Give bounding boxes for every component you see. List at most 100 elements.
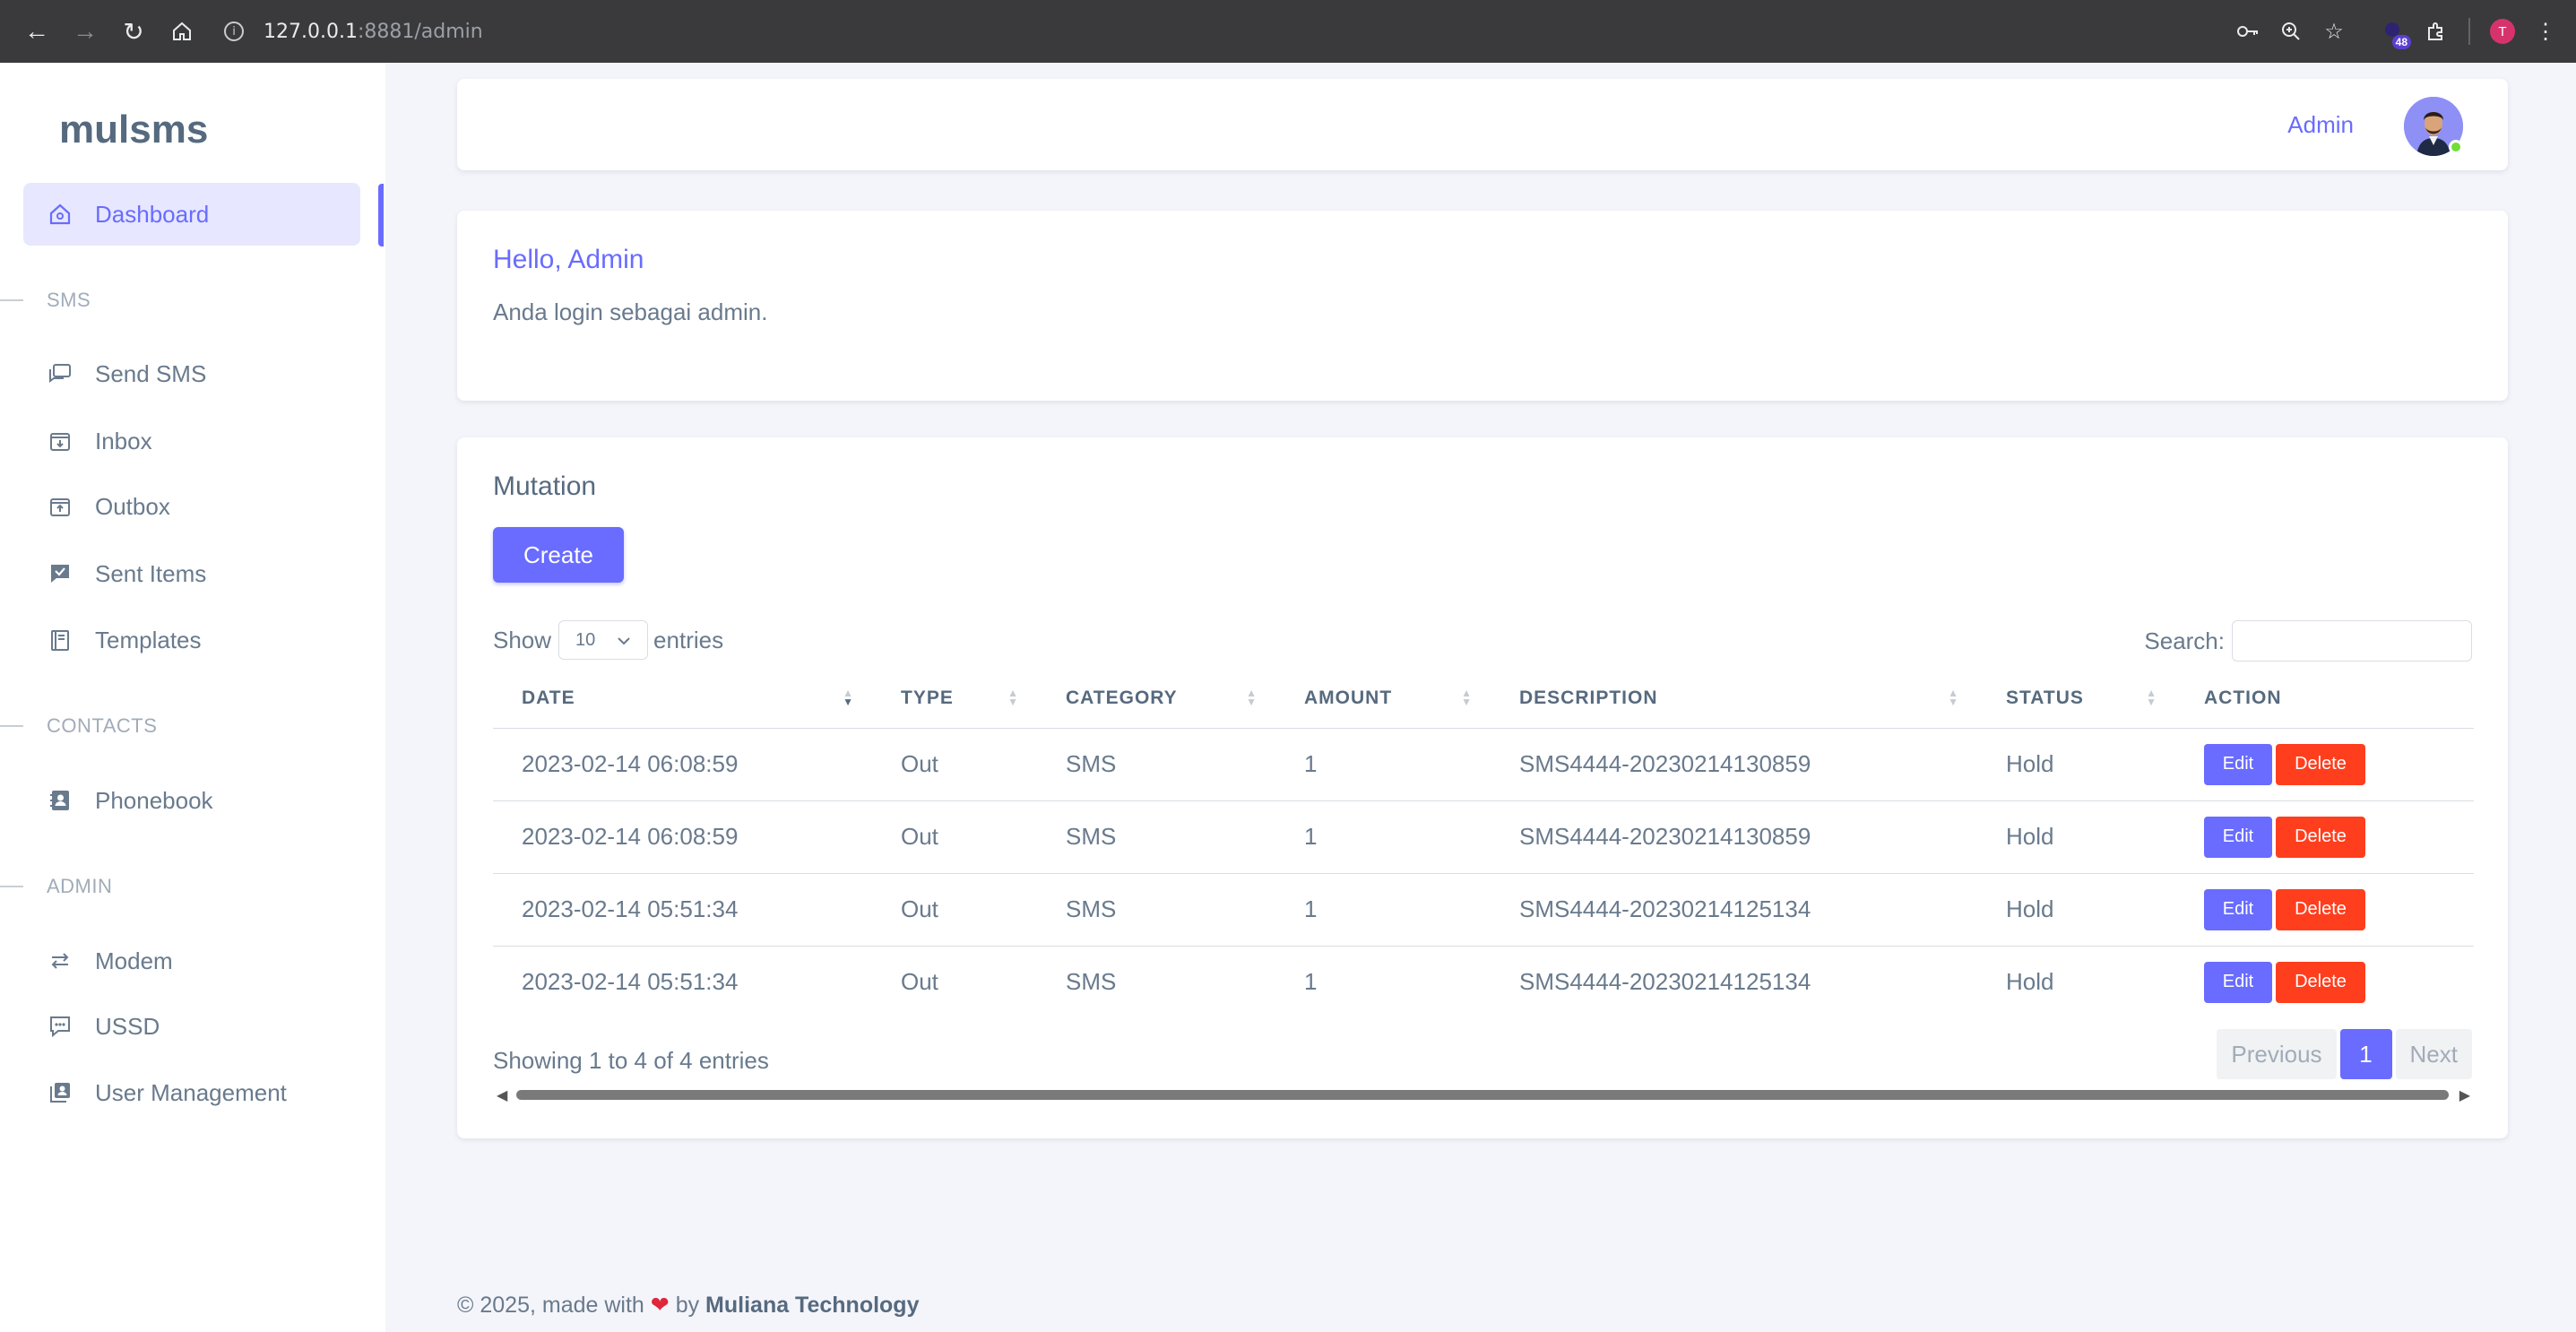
- avatar[interactable]: [2404, 97, 2463, 156]
- welcome-card: Hello, Admin Anda login sebagai admin.: [457, 211, 2508, 401]
- address-bar[interactable]: i 127.0.0.1:8881/admin: [224, 21, 483, 43]
- cell-type: Out: [872, 800, 1037, 874]
- column-header-date[interactable]: DATE ▲ ▼: [493, 669, 872, 729]
- scroll-right-icon[interactable]: ▶: [2459, 1086, 2470, 1104]
- menu-header-label: ADMIN: [47, 875, 113, 897]
- edit-button[interactable]: Edit: [2204, 888, 2272, 930]
- delete-button[interactable]: Delete: [2276, 888, 2365, 930]
- back-icon[interactable]: ←: [13, 7, 61, 56]
- menu-header-label: CONTACTS: [47, 714, 158, 737]
- bookmark-star-icon[interactable]: ☆: [2312, 10, 2356, 53]
- cell-actions: Edit Delete: [2175, 728, 2474, 801]
- footer-by: by: [675, 1293, 700, 1318]
- page-length-value: 10: [575, 629, 596, 650]
- sidebar-item-label: Send SMS: [95, 359, 207, 387]
- sidebar: mulsms Dashboard SMS Send SMS Inbox Outb…: [0, 63, 385, 1332]
- sidebar-item-label: User Management: [95, 1078, 287, 1106]
- transfer-arrows-icon: [47, 947, 73, 974]
- kebab-menu-icon[interactable]: ⋮: [2524, 10, 2567, 53]
- scroll-left-icon[interactable]: ◀: [497, 1086, 507, 1104]
- menu-header-sms: SMS: [0, 289, 91, 312]
- delete-button[interactable]: Delete: [2276, 816, 2365, 858]
- search-label: Search:: [2144, 627, 2225, 654]
- inbox-icon: [47, 428, 73, 454]
- extension-icon[interactable]: 48: [2372, 10, 2415, 53]
- outbox-icon: [47, 493, 73, 520]
- previous-page-button[interactable]: Previous: [2217, 1029, 2337, 1079]
- browser-toolbar: ← → ↻ i 127.0.0.1:8881/admin ☆ 48 T ⋮: [0, 0, 2576, 63]
- footer-company-link[interactable]: Muliana Technology: [705, 1293, 919, 1318]
- sidebar-item-sent-items[interactable]: Sent Items: [23, 542, 360, 605]
- sidebar-item-send-sms[interactable]: Send SMS: [23, 342, 360, 405]
- edit-button[interactable]: Edit: [2204, 743, 2272, 785]
- reload-icon[interactable]: ↻: [109, 7, 158, 56]
- entries-label: entries: [653, 626, 724, 653]
- sidebar-item-label: Dashboard: [95, 200, 210, 228]
- horizontal-scrollbar[interactable]: ◀ ▶: [493, 1085, 2474, 1103]
- cell-status: Hold: [1977, 728, 2175, 801]
- extensions-puzzle-icon[interactable]: [2415, 10, 2458, 53]
- sidebar-item-ussd[interactable]: USSD: [23, 995, 360, 1058]
- cell-status: Hold: [1977, 873, 2175, 947]
- top-navbar: Admin: [457, 79, 2508, 170]
- column-header-description[interactable]: DESCRIPTION ▲ ▼: [1491, 669, 1977, 729]
- toolbar-separator: [2468, 18, 2470, 45]
- column-header-amount[interactable]: AMOUNT ▲ ▼: [1275, 669, 1491, 729]
- password-key-icon[interactable]: [2226, 10, 2269, 53]
- home-icon: [47, 201, 73, 228]
- cell-description: SMS4444-20230214125134: [1491, 873, 1977, 947]
- zoom-icon[interactable]: [2269, 10, 2312, 53]
- menu-header-label: SMS: [47, 289, 91, 311]
- sidebar-item-dashboard[interactable]: Dashboard: [23, 183, 360, 246]
- sidebar-item-inbox[interactable]: Inbox: [23, 410, 360, 472]
- table-header-row: DATE ▲ ▼ TYPE ▲ ▼ CATEGORY ▲ ▼ AMOUNT ▲ ▼ DESCRI…: [493, 669, 2474, 729]
- cell-category: SMS: [1037, 800, 1275, 874]
- welcome-title: Hello, Admin: [493, 245, 644, 274]
- sidebar-item-label: Sent Items: [95, 559, 207, 587]
- user-card-icon: [47, 1079, 73, 1106]
- navbar-user-name[interactable]: Admin: [2287, 111, 2354, 139]
- profile-button[interactable]: T: [2481, 10, 2524, 53]
- column-label: STATUS: [2006, 687, 2084, 708]
- menu-header-admin: ADMIN: [0, 875, 112, 898]
- delete-button[interactable]: Delete: [2276, 743, 2365, 785]
- sort-icon: ▲ ▼: [1007, 687, 1019, 708]
- column-header-category[interactable]: CATEGORY ▲ ▼: [1037, 669, 1275, 729]
- table-row: 2023-02-14 06:08:59 Out SMS 1 SMS4444-20…: [493, 800, 2474, 874]
- column-header-type[interactable]: TYPE ▲ ▼: [872, 669, 1037, 729]
- online-status-dot: [2449, 140, 2463, 154]
- next-page-button[interactable]: Next: [2395, 1029, 2472, 1079]
- cell-status: Hold: [2006, 968, 2054, 996]
- url-path: :8881/admin: [357, 20, 483, 43]
- card-title: Mutation: [493, 471, 597, 501]
- header-line: [0, 299, 23, 301]
- sidebar-item-templates[interactable]: Templates: [23, 609, 360, 671]
- delete-button[interactable]: Delete: [2276, 961, 2365, 1003]
- sidebar-item-label: Modem: [95, 947, 173, 974]
- page-button-current[interactable]: 1: [2339, 1029, 2392, 1079]
- forward-icon[interactable]: →: [61, 7, 109, 56]
- search-input[interactable]: [2232, 620, 2472, 662]
- home-icon[interactable]: [158, 7, 206, 56]
- create-button[interactable]: Create: [493, 527, 624, 583]
- scrollbar-thumb[interactable]: [516, 1090, 2449, 1100]
- column-label: TYPE: [901, 687, 954, 708]
- edit-button[interactable]: Edit: [2204, 961, 2272, 1003]
- show-label: Show: [493, 626, 552, 653]
- sidebar-item-phonebook[interactable]: Phonebook: [23, 769, 360, 832]
- heart-icon: ❤: [650, 1293, 670, 1318]
- sidebar-item-outbox[interactable]: Outbox: [23, 475, 360, 538]
- column-header-status[interactable]: STATUS ▲ ▼: [1977, 669, 2175, 729]
- sort-icon: ▲ ▼: [1461, 687, 1473, 708]
- pagination: Previous 1 Next: [2217, 1029, 2472, 1079]
- page-length-select[interactable]: 10: [558, 620, 649, 660]
- cell-type: Out: [872, 728, 1037, 801]
- sidebar-item-modem[interactable]: Modem: [23, 930, 360, 992]
- url-host: 127.0.0.1: [264, 20, 358, 43]
- sidebar-item-user-management[interactable]: User Management: [23, 1061, 360, 1124]
- brand-logo[interactable]: mulsms: [59, 108, 208, 152]
- site-info-icon[interactable]: i: [224, 22, 244, 41]
- edit-button[interactable]: Edit: [2204, 816, 2272, 858]
- column-label: DESCRIPTION: [1519, 687, 1658, 708]
- cell-status: Hold: [1977, 800, 2175, 874]
